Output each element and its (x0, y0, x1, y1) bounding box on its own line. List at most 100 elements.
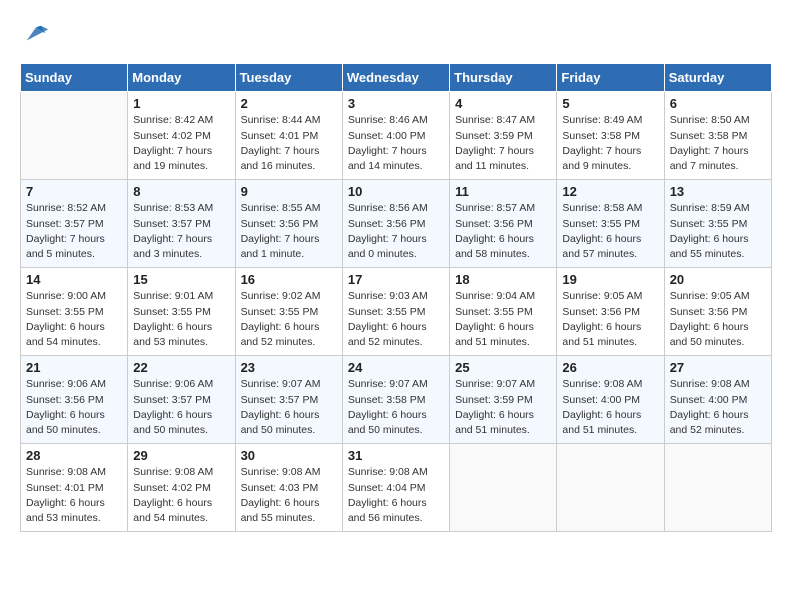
day-number: 24 (348, 360, 444, 375)
calendar-day-cell (664, 444, 771, 532)
day-info: Sunrise: 8:44 AM Sunset: 4:01 PM Dayligh… (241, 113, 337, 174)
day-info: Sunrise: 9:08 AM Sunset: 4:00 PM Dayligh… (562, 377, 658, 438)
day-number: 16 (241, 272, 337, 287)
day-number: 22 (133, 360, 229, 375)
calendar-day-cell: 5 Sunrise: 8:49 AM Sunset: 3:58 PM Dayli… (557, 92, 664, 180)
weekday-header-cell: Sunday (21, 64, 128, 92)
calendar-day-cell: 16 Sunrise: 9:02 AM Sunset: 3:55 PM Dayl… (235, 268, 342, 356)
day-number: 20 (670, 272, 766, 287)
logo (20, 20, 50, 53)
calendar-day-cell: 8 Sunrise: 8:53 AM Sunset: 3:57 PM Dayli… (128, 180, 235, 268)
page-header (20, 20, 772, 53)
calendar-day-cell: 26 Sunrise: 9:08 AM Sunset: 4:00 PM Dayl… (557, 356, 664, 444)
day-number: 14 (26, 272, 122, 287)
day-info: Sunrise: 8:59 AM Sunset: 3:55 PM Dayligh… (670, 201, 766, 262)
day-number: 26 (562, 360, 658, 375)
day-info: Sunrise: 8:46 AM Sunset: 4:00 PM Dayligh… (348, 113, 444, 174)
weekday-header-cell: Monday (128, 64, 235, 92)
day-info: Sunrise: 8:49 AM Sunset: 3:58 PM Dayligh… (562, 113, 658, 174)
calendar-day-cell: 19 Sunrise: 9:05 AM Sunset: 3:56 PM Dayl… (557, 268, 664, 356)
calendar-day-cell (21, 92, 128, 180)
calendar-day-cell: 9 Sunrise: 8:55 AM Sunset: 3:56 PM Dayli… (235, 180, 342, 268)
calendar-day-cell: 21 Sunrise: 9:06 AM Sunset: 3:56 PM Dayl… (21, 356, 128, 444)
weekday-header-row: SundayMondayTuesdayWednesdayThursdayFrid… (21, 64, 772, 92)
day-info: Sunrise: 9:08 AM Sunset: 4:01 PM Dayligh… (26, 465, 122, 526)
calendar-day-cell: 3 Sunrise: 8:46 AM Sunset: 4:00 PM Dayli… (342, 92, 449, 180)
calendar-day-cell: 23 Sunrise: 9:07 AM Sunset: 3:57 PM Dayl… (235, 356, 342, 444)
day-info: Sunrise: 8:55 AM Sunset: 3:56 PM Dayligh… (241, 201, 337, 262)
calendar-day-cell: 25 Sunrise: 9:07 AM Sunset: 3:59 PM Dayl… (450, 356, 557, 444)
calendar-day-cell: 18 Sunrise: 9:04 AM Sunset: 3:55 PM Dayl… (450, 268, 557, 356)
weekday-header-cell: Friday (557, 64, 664, 92)
calendar-day-cell (557, 444, 664, 532)
day-info: Sunrise: 9:02 AM Sunset: 3:55 PM Dayligh… (241, 289, 337, 350)
calendar-day-cell: 20 Sunrise: 9:05 AM Sunset: 3:56 PM Dayl… (664, 268, 771, 356)
day-number: 6 (670, 96, 766, 111)
day-info: Sunrise: 9:01 AM Sunset: 3:55 PM Dayligh… (133, 289, 229, 350)
day-info: Sunrise: 9:05 AM Sunset: 3:56 PM Dayligh… (562, 289, 658, 350)
day-info: Sunrise: 9:05 AM Sunset: 3:56 PM Dayligh… (670, 289, 766, 350)
logo-text (20, 20, 50, 53)
calendar-week-row: 1 Sunrise: 8:42 AM Sunset: 4:02 PM Dayli… (21, 92, 772, 180)
day-number: 7 (26, 184, 122, 199)
day-number: 8 (133, 184, 229, 199)
day-number: 3 (348, 96, 444, 111)
day-number: 29 (133, 448, 229, 463)
day-info: Sunrise: 9:07 AM Sunset: 3:58 PM Dayligh… (348, 377, 444, 438)
calendar-day-cell: 27 Sunrise: 9:08 AM Sunset: 4:00 PM Dayl… (664, 356, 771, 444)
day-number: 25 (455, 360, 551, 375)
calendar-day-cell: 12 Sunrise: 8:58 AM Sunset: 3:55 PM Dayl… (557, 180, 664, 268)
weekday-header-cell: Wednesday (342, 64, 449, 92)
day-info: Sunrise: 9:08 AM Sunset: 4:02 PM Dayligh… (133, 465, 229, 526)
day-info: Sunrise: 9:03 AM Sunset: 3:55 PM Dayligh… (348, 289, 444, 350)
weekday-header-cell: Tuesday (235, 64, 342, 92)
day-number: 30 (241, 448, 337, 463)
day-number: 4 (455, 96, 551, 111)
day-number: 19 (562, 272, 658, 287)
day-number: 2 (241, 96, 337, 111)
calendar-day-cell (450, 444, 557, 532)
day-info: Sunrise: 8:53 AM Sunset: 3:57 PM Dayligh… (133, 201, 229, 262)
day-number: 28 (26, 448, 122, 463)
calendar-day-cell: 4 Sunrise: 8:47 AM Sunset: 3:59 PM Dayli… (450, 92, 557, 180)
day-info: Sunrise: 9:00 AM Sunset: 3:55 PM Dayligh… (26, 289, 122, 350)
day-number: 27 (670, 360, 766, 375)
day-number: 11 (455, 184, 551, 199)
day-info: Sunrise: 8:42 AM Sunset: 4:02 PM Dayligh… (133, 113, 229, 174)
day-info: Sunrise: 9:08 AM Sunset: 4:04 PM Dayligh… (348, 465, 444, 526)
calendar-day-cell: 7 Sunrise: 8:52 AM Sunset: 3:57 PM Dayli… (21, 180, 128, 268)
calendar-day-cell: 30 Sunrise: 9:08 AM Sunset: 4:03 PM Dayl… (235, 444, 342, 532)
day-info: Sunrise: 8:57 AM Sunset: 3:56 PM Dayligh… (455, 201, 551, 262)
weekday-header-cell: Saturday (664, 64, 771, 92)
calendar-week-row: 14 Sunrise: 9:00 AM Sunset: 3:55 PM Dayl… (21, 268, 772, 356)
calendar-day-cell: 17 Sunrise: 9:03 AM Sunset: 3:55 PM Dayl… (342, 268, 449, 356)
day-number: 17 (348, 272, 444, 287)
day-info: Sunrise: 8:58 AM Sunset: 3:55 PM Dayligh… (562, 201, 658, 262)
calendar-week-row: 7 Sunrise: 8:52 AM Sunset: 3:57 PM Dayli… (21, 180, 772, 268)
day-number: 15 (133, 272, 229, 287)
day-info: Sunrise: 8:52 AM Sunset: 3:57 PM Dayligh… (26, 201, 122, 262)
calendar-day-cell: 10 Sunrise: 8:56 AM Sunset: 3:56 PM Dayl… (342, 180, 449, 268)
calendar-day-cell: 15 Sunrise: 9:01 AM Sunset: 3:55 PM Dayl… (128, 268, 235, 356)
calendar-day-cell: 1 Sunrise: 8:42 AM Sunset: 4:02 PM Dayli… (128, 92, 235, 180)
calendar-day-cell: 24 Sunrise: 9:07 AM Sunset: 3:58 PM Dayl… (342, 356, 449, 444)
day-info: Sunrise: 9:04 AM Sunset: 3:55 PM Dayligh… (455, 289, 551, 350)
calendar-day-cell: 31 Sunrise: 9:08 AM Sunset: 4:04 PM Dayl… (342, 444, 449, 532)
day-number: 9 (241, 184, 337, 199)
calendar-table: SundayMondayTuesdayWednesdayThursdayFrid… (20, 63, 772, 532)
day-number: 1 (133, 96, 229, 111)
calendar-day-cell: 6 Sunrise: 8:50 AM Sunset: 3:58 PM Dayli… (664, 92, 771, 180)
calendar-week-row: 28 Sunrise: 9:08 AM Sunset: 4:01 PM Dayl… (21, 444, 772, 532)
day-number: 5 (562, 96, 658, 111)
logo-bird-icon (22, 20, 50, 48)
calendar-day-cell: 13 Sunrise: 8:59 AM Sunset: 3:55 PM Dayl… (664, 180, 771, 268)
day-info: Sunrise: 9:08 AM Sunset: 4:03 PM Dayligh… (241, 465, 337, 526)
day-number: 13 (670, 184, 766, 199)
calendar-day-cell: 11 Sunrise: 8:57 AM Sunset: 3:56 PM Dayl… (450, 180, 557, 268)
calendar-body: 1 Sunrise: 8:42 AM Sunset: 4:02 PM Dayli… (21, 92, 772, 532)
calendar-day-cell: 28 Sunrise: 9:08 AM Sunset: 4:01 PM Dayl… (21, 444, 128, 532)
day-info: Sunrise: 8:50 AM Sunset: 3:58 PM Dayligh… (670, 113, 766, 174)
day-info: Sunrise: 9:06 AM Sunset: 3:56 PM Dayligh… (26, 377, 122, 438)
day-info: Sunrise: 9:08 AM Sunset: 4:00 PM Dayligh… (670, 377, 766, 438)
day-info: Sunrise: 9:07 AM Sunset: 3:59 PM Dayligh… (455, 377, 551, 438)
